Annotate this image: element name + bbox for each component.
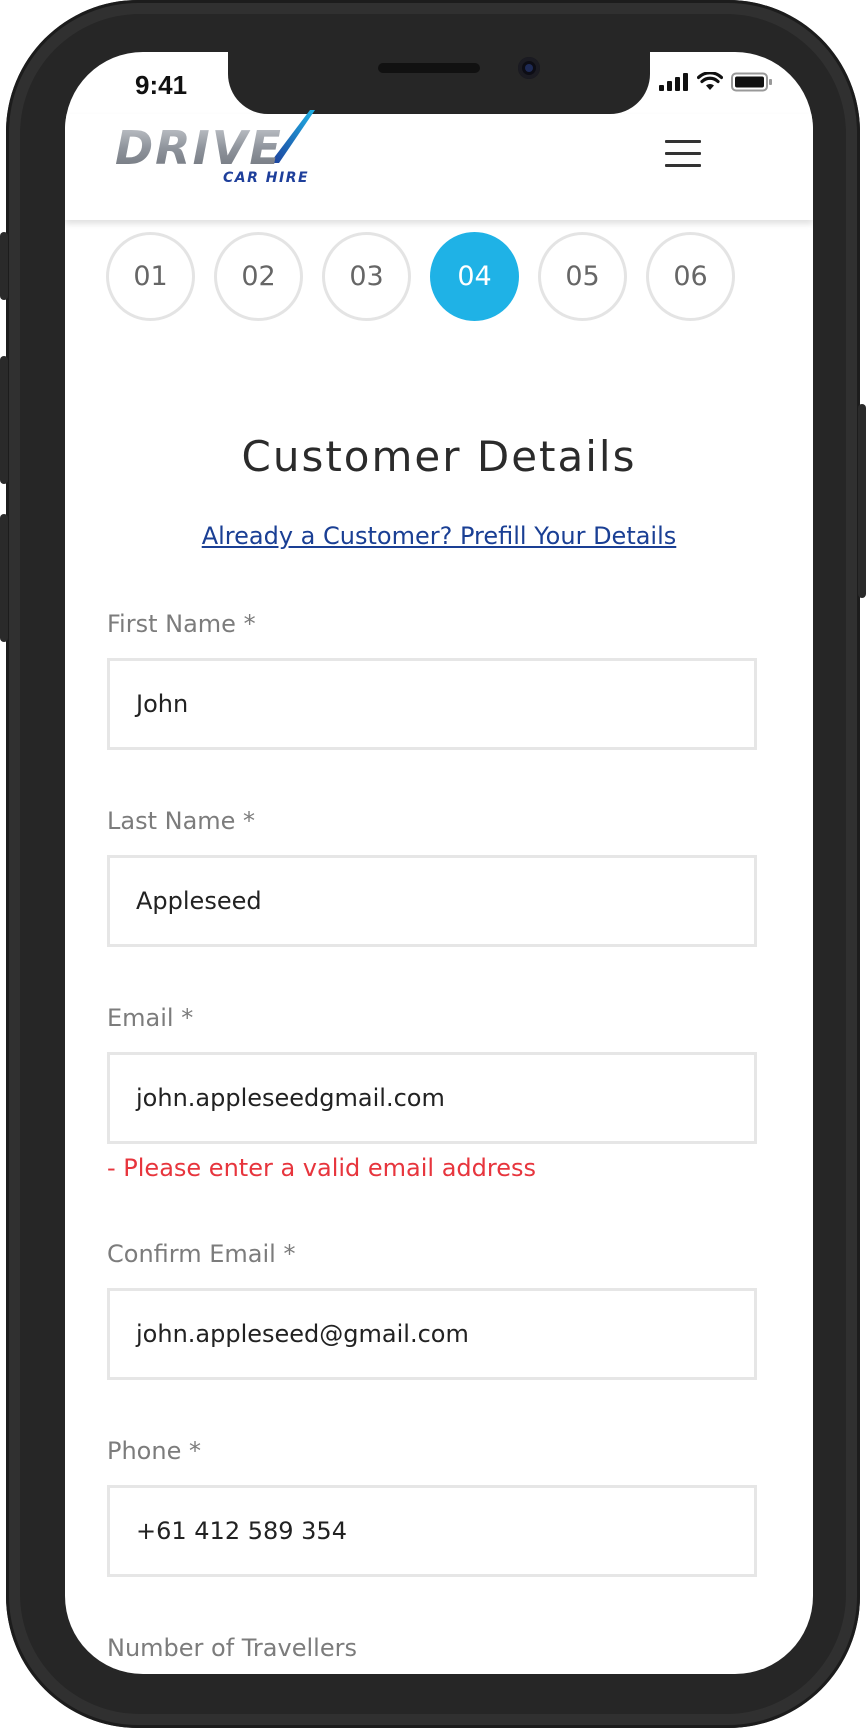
email-error-message: - Please enter a valid email address [107,1154,536,1182]
phone-input[interactable]: +61 412 589 354 [107,1485,757,1577]
menu-line [665,140,701,143]
travellers-label: Number of Travellers [107,1634,357,1662]
phone-label: Phone * [107,1437,201,1465]
wifi-icon [697,72,723,90]
notch [228,52,650,114]
menu-line [665,152,701,155]
logo-sub-text: CAR HIRE [223,170,309,186]
step-05[interactable]: 05 [538,232,627,321]
confirm-email-label: Confirm Email * [107,1240,296,1268]
drive-car-hire-logo[interactable]: DRIVE CAR HIRE [115,108,345,193]
step-03[interactable]: 03 [322,232,411,321]
step-06[interactable]: 06 [646,232,735,321]
step-04-active[interactable]: 04 [430,232,519,321]
email-label: Email * [107,1004,194,1032]
hamburger-menu-icon[interactable] [665,140,701,168]
phone-frame: 9:41 DRIVE CAR HIRE 01 02 03 04 05 06 Cu… [0,0,866,1728]
logo-graphic: DRIVE CAR HIRE [115,110,315,186]
speaker [378,63,480,73]
front-camera [518,57,540,79]
step-02[interactable]: 02 [214,232,303,321]
email-input[interactable]: john.appleseedgmail.com [107,1052,757,1144]
mute-switch [0,232,8,300]
status-time: 9:41 [135,70,188,100]
step-01[interactable]: 01 [106,232,195,321]
power-button [858,404,866,598]
step-indicator: 01 02 03 04 05 06 [106,232,735,321]
confirm-email-input[interactable]: john.appleseed@gmail.com [107,1288,757,1380]
last-name-input[interactable]: Appleseed [107,855,757,947]
first-name-label: First Name * [107,610,256,638]
page-title: Customer Details [241,432,637,481]
last-name-label: Last Name * [107,807,256,835]
status-icons [659,72,773,92]
app-header: DRIVE CAR HIRE [65,110,813,220]
menu-line [665,164,701,167]
signal-icon [659,73,688,91]
battery-icon [731,72,772,92]
volume-down-button [0,514,8,642]
first-name-input[interactable]: John [107,658,757,750]
volume-up-button [0,356,8,484]
prefill-details-link[interactable]: Already a Customer? Prefill Your Details [65,522,813,550]
screen: 9:41 DRIVE CAR HIRE 01 02 03 04 05 06 Cu… [65,52,813,1674]
logo-main-text: DRIVE [115,121,283,175]
